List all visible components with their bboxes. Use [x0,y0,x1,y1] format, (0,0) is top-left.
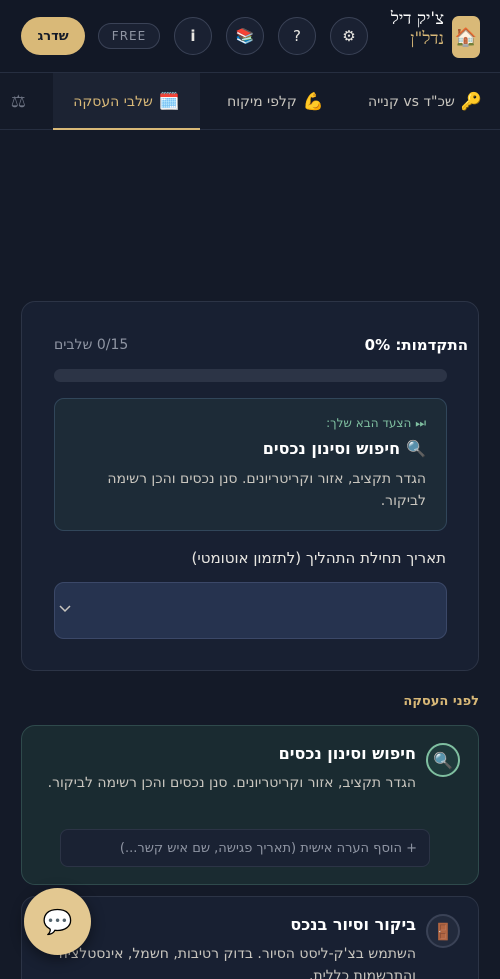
tab-rent-vs-buy[interactable]: 🔑 שכ"ד vs קנייה [368,73,482,130]
logo-house-icon: 🏠 [452,16,480,58]
brand-line1: צ'יק דיל [390,9,444,29]
progress-count: 0/15 שלבים [54,337,129,353]
progress-bar [54,369,447,382]
tab-legal[interactable]: ⚖ [11,73,26,130]
step-card-search[interactable]: 🔍 חיפוש וסינון נכסים הגדר תקציב, אזור וק… [21,725,479,885]
flexed-biceps-icon: 💪 [302,91,324,112]
magnifier-icon: 🔍 [406,439,426,458]
next-step-title-text: חיפוש וסינון נכסים [262,439,401,458]
library-books-icon[interactable]: 📚 [226,17,264,55]
next-step-title: 🔍 חיפוש וסינון נכסים [263,439,426,458]
calendar-icon: 🗓️ [158,91,180,112]
brand-line2: נדל"ן [410,28,444,49]
start-date-label: תאריך תחילת התהליך (לתזמון אוטומטי) [191,549,446,567]
step-description: השתמש בצ'ק-ליסט הסיור. בדוק רטיבות, חשמל… [58,946,416,979]
settings-gear-icon[interactable]: ⚙ [330,17,368,55]
start-date-field[interactable] [54,582,447,639]
tab-deal-stages[interactable]: 🗓️ שלבי העסקה [53,73,200,130]
magnifier-icon[interactable]: 🔍 [426,743,460,777]
step-card-visit[interactable]: 🚪 ביקור וסיור בנכס השתמש בצ'ק-ליסט הסיור… [21,896,479,979]
step-title: חיפוש וסינון נכסים [278,744,416,763]
plan-badge: FREE [98,23,160,49]
tab-label: שלבי העסקה [73,93,153,110]
progress-label: התקדמות: 0% [364,336,468,354]
help-icon[interactable]: ? [278,17,316,55]
step-description: הגדר תקציב, אזור וקריטריונים. סנן נכסים … [47,775,416,791]
tab-bargaining-cards[interactable]: 💪 קלפי מיקוח [227,73,324,130]
chat-bubble-icon[interactable]: 💬 [24,888,91,955]
chevron-down-icon [59,601,71,617]
next-step-description: הגדר תקציב, אזור וקריטריונים. סנן נכסים … [107,471,426,510]
section-title-before-deal: לפני העסקה [403,694,479,709]
tab-label: קלפי מיקוח [227,93,297,110]
upgrade-button[interactable]: שדרג [21,17,85,55]
brand-title: צ'יק דיל נדל"ן [390,9,444,49]
door-icon[interactable]: 🚪 [426,914,460,948]
key-icon: 🔑 [460,91,482,112]
tab-bar: 🔑 שכ"ד vs קנייה 💪 קלפי מיקוח 🗓️ שלבי העס… [0,73,500,130]
next-step-hint: ⏭ הצעד הבא שלך: [326,416,426,430]
personal-note-input[interactable] [60,829,430,867]
next-step-box: ⏭ הצעד הבא שלך: 🔍 חיפוש וסינון נכסים הגד… [54,398,447,531]
app-header: 🏠 צ'יק דיל נדל"ן ⚙ ? 📚 i FREE שדרג [0,0,500,73]
scales-icon: ⚖ [10,91,26,112]
step-title: ביקור וסיור בנכס [290,915,416,934]
tab-label: שכ"ד vs קנייה [367,93,455,110]
info-icon[interactable]: i [174,17,212,55]
